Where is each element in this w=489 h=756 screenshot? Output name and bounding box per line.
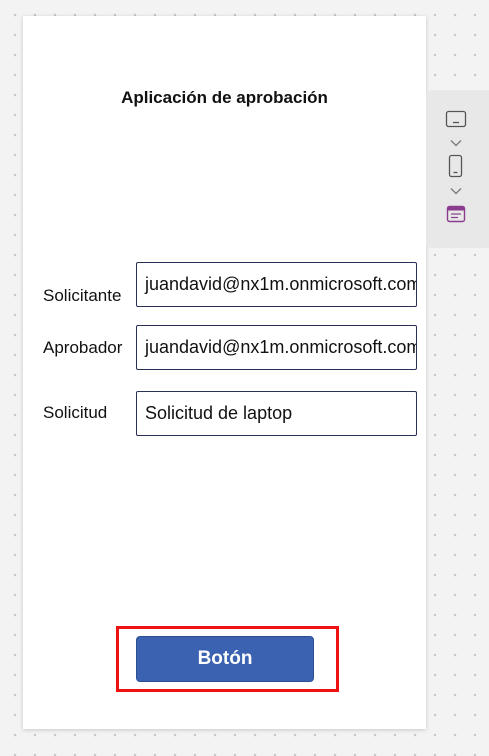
layout-side-panel [426, 90, 489, 248]
chevron-down-icon[interactable] [450, 182, 462, 200]
chevron-down-icon[interactable] [450, 134, 462, 152]
request-input[interactable]: Solicitud de laptop [136, 391, 417, 436]
tablet-layout-icon[interactable] [445, 110, 467, 133]
request-label: Solicitud [43, 403, 108, 422]
app-calendar-icon[interactable] [446, 204, 466, 229]
approver-input[interactable]: juandavid@nx1m.onmicrosoft.com [136, 325, 417, 370]
requester-input[interactable]: juandavid@nx1m.onmicrosoft.com [136, 262, 417, 307]
app-title: Aplicación de aprobación [121, 88, 328, 107]
requester-label: Solicitante [43, 286, 122, 305]
phone-layout-icon[interactable] [448, 154, 463, 183]
submit-button[interactable]: Botón [136, 636, 314, 682]
app-screen: Aplicación de aprobación Solicitante jua… [23, 16, 426, 729]
approver-label: Aprobador [43, 338, 123, 357]
